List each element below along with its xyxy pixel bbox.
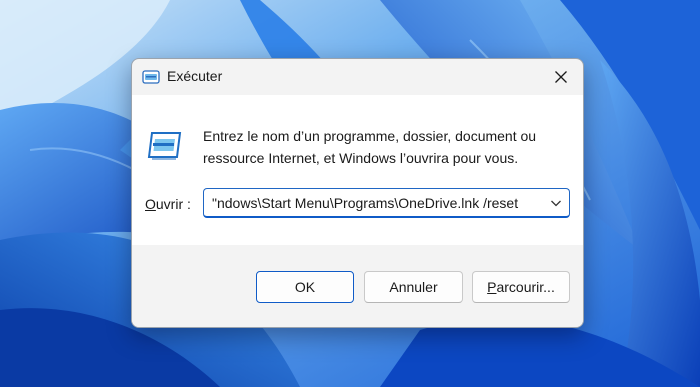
open-input[interactable]	[204, 189, 547, 216]
desktop: Exécuter Entrez le nom d’un programme, d…	[0, 0, 700, 387]
dialog-content: Entrez le nom d’un programme, dossier, d…	[132, 95, 583, 245]
run-icon	[142, 70, 160, 84]
close-icon	[555, 71, 567, 83]
open-label-accesskey: O	[145, 196, 156, 212]
close-button[interactable]	[549, 65, 573, 89]
ok-button[interactable]: OK	[256, 271, 354, 303]
title-bar[interactable]: Exécuter	[132, 59, 583, 95]
run-dialog: Exécuter Entrez le nom d’un programme, d…	[131, 58, 584, 328]
browse-button[interactable]: Parcourir...	[472, 271, 570, 303]
run-icon	[147, 132, 182, 160]
dialog-description: Entrez le nom d’un programme, dossier, d…	[203, 128, 537, 166]
cancel-button[interactable]: Annuler	[364, 271, 463, 303]
dialog-footer: OK Annuler Parcourir...	[132, 245, 583, 327]
browse-label: arcourir...	[496, 279, 555, 295]
open-label-text: uvrir :	[155, 196, 191, 212]
open-label: Ouvrir :	[145, 196, 191, 212]
chevron-down-icon[interactable]	[549, 196, 563, 210]
dialog-title: Exécuter	[167, 68, 223, 84]
browse-accesskey: P	[487, 279, 497, 295]
open-combobox[interactable]	[203, 188, 570, 218]
